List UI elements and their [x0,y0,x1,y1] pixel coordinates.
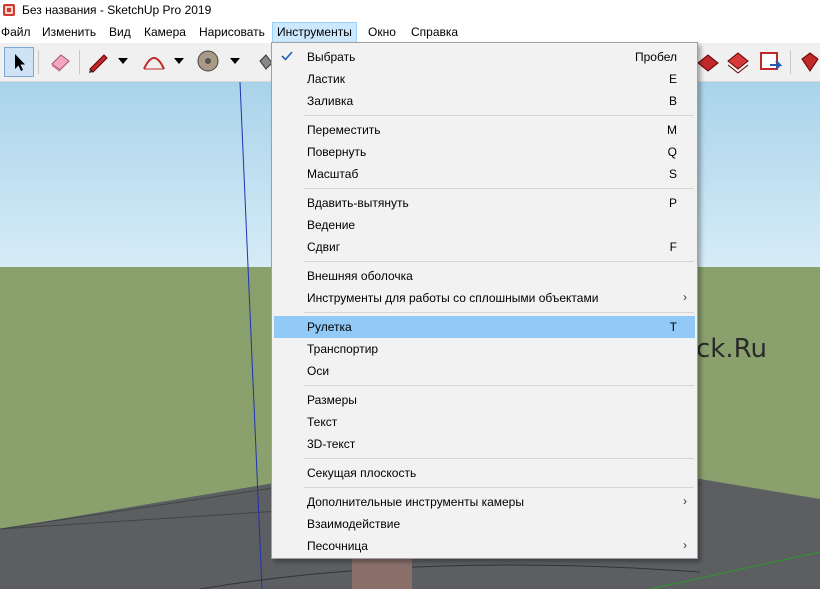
menu-separator [304,385,694,386]
protractor-tool-button[interactable] [194,47,224,77]
ruby-console-button[interactable] [796,47,820,77]
checkmark-icon [281,51,293,61]
arrow-cursor-icon [15,54,25,71]
share-model-button[interactable] [756,47,786,77]
warehouse-icon [697,54,719,72]
warehouse-button[interactable] [694,47,724,77]
menu-view[interactable]: Вид [105,22,135,43]
submenu-arrow-icon: › [683,290,687,304]
menu-item-dimensions[interactable]: Размеры [274,389,695,411]
menu-item-section-plane[interactable]: Секущая плоскость [274,462,695,484]
tools-dropdown-menu: Выбрать Пробел Ластик E Заливка B Переме… [271,42,698,559]
menu-file[interactable]: Файл [0,22,35,43]
menu-camera[interactable]: Камера [140,22,190,43]
menu-item-paint[interactable]: Заливка B [274,90,695,112]
eraser-tool-button[interactable] [46,47,76,77]
disc-icon [197,50,219,72]
menu-item-interact[interactable]: Взаимодействие [274,513,695,535]
menu-tools[interactable]: Инструменты [272,22,357,43]
sketchup-logo-icon [3,4,15,16]
arc-dropdown-arrow-icon[interactable] [174,58,184,64]
menu-separator [304,115,694,116]
menu-item-outer-shell[interactable]: Внешняя оболочка [274,265,695,287]
menu-item-select[interactable]: Выбрать Пробел [274,46,695,68]
select-tool-button[interactable] [4,47,34,77]
watermark-text: ck.Ru [696,334,767,364]
menu-edit[interactable]: Изменить [38,22,100,43]
menu-item-advanced-camera-tools[interactable]: Дополнительные инструменты камеры › [274,491,695,513]
menu-item-scale[interactable]: Масштаб S [274,163,695,185]
menu-separator [304,261,694,262]
menu-item-3d-text[interactable]: 3D-текст [274,433,695,455]
menu-draw[interactable]: Нарисовать [195,22,269,43]
menu-item-push-pull[interactable]: Вдавить-вытянуть P [274,192,695,214]
menu-help[interactable]: Справка [407,22,462,43]
submenu-arrow-icon: › [683,538,687,552]
pencil-tool-button[interactable] [84,47,114,77]
arc-icon [143,57,165,70]
menu-item-follow-me[interactable]: Ведение [274,214,695,236]
menu-window[interactable]: Окно [364,22,400,43]
submenu-arrow-icon: › [683,494,687,508]
disc-dropdown-arrow-icon[interactable] [230,58,240,64]
pencil-dropdown-arrow-icon[interactable] [118,58,128,64]
menu-item-eraser[interactable]: Ластик E [274,68,695,90]
window-title: Без названия - SketchUp Pro 2019 [22,3,212,17]
arc-tool-button[interactable] [140,47,170,77]
menu-separator [304,312,694,313]
menu-item-move[interactable]: Переместить M [274,119,695,141]
menu-separator [304,458,694,459]
menu-item-axes[interactable]: Оси [274,360,695,382]
menu-item-protractor[interactable]: Транспортир [274,338,695,360]
menu-bar: Файл Изменить Вид Камера Нарисовать Инст… [0,22,820,43]
menu-item-text[interactable]: Текст [274,411,695,433]
extension-warehouse-button[interactable] [724,47,754,77]
pencil-icon [89,54,108,73]
title-bar: Без названия - SketchUp Pro 2019 [0,0,820,22]
extension-warehouse-icon [727,52,749,74]
menu-item-rotate[interactable]: Повернуть Q [274,141,695,163]
menu-separator [304,188,694,189]
menu-item-solid-tools[interactable]: Инструменты для работы со сплошными объе… [274,287,695,309]
menu-item-sandbox[interactable]: Песочница › [274,535,695,557]
menu-item-tape-measure[interactable]: Рулетка T [274,316,695,338]
eraser-icon [51,54,70,72]
menu-separator [304,487,694,488]
ruby-icon [801,52,819,72]
menu-item-offset[interactable]: Сдвиг F [274,236,695,258]
share-model-icon [760,52,783,70]
